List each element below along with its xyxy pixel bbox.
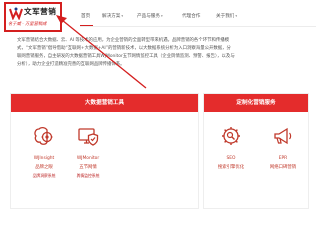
tool-name: WJMonitor — [76, 156, 100, 161]
service-name: SEO — [226, 156, 236, 161]
brand-logo[interactable]: 文军营销 名于威 · 万里营销成 — [4, 2, 62, 32]
custom-services-section: 定制化营销服务 SEO 搜索引擎优化 EPR 网络口碑营销 — [203, 93, 309, 209]
nav-partners[interactable]: 代理合作 — [182, 13, 200, 19]
tool-card-wjmonitor[interactable]: WJMonitor 五节网情 舆情监控系统 — [63, 112, 113, 208]
service-card-seo[interactable]: SEO 搜索引擎优化 — [206, 112, 256, 208]
tool-list: WJInsight 品牌之眼 品牌洞察系统 WJMonitor 五节网情 舆情监… — [11, 112, 198, 208]
seo-gear-icon — [222, 127, 240, 145]
nav-home[interactable]: 首页 — [81, 13, 90, 19]
chevron-down-icon: ▾ — [235, 14, 238, 18]
service-subtitle: 搜索引擎优化 — [217, 165, 245, 170]
nav-about-label: 关于我们 — [216, 14, 235, 19]
chevron-down-icon: ▾ — [121, 14, 124, 18]
nav-solutions[interactable]: 解决方案▾ — [102, 13, 123, 19]
nav-partners-label: 代理合作 — [182, 14, 201, 19]
intro-line: 文军营销结合大数据、云、AI 等技术的应用，为企业营销的全面转型带来机遇。品牌营… — [17, 38, 230, 43]
chevron-down-icon: ▾ — [160, 14, 163, 18]
nav-products[interactable]: 产品与服务▾ — [137, 13, 163, 19]
brand-slogan: 名于威 · 万里营销成 — [8, 22, 47, 27]
bigdata-tools-section: 大数据营销工具 WJInsight 品牌之眼 品牌洞察系统 WJMonitor … — [10, 93, 199, 209]
tool-card-wjinsight[interactable]: WJInsight 品牌之眼 品牌洞察系统 — [19, 112, 69, 208]
intro-text: 文军营销结合大数据、云、AI 等技术的应用，为企业营销的全面转型带来机遇。品牌营… — [17, 37, 307, 69]
tool-subtitle: 五节网情 — [79, 165, 97, 170]
nav-divider — [80, 26, 316, 27]
wj-brand-mark-icon — [9, 7, 23, 20]
service-subtitle: 网络口碑营销 — [269, 165, 297, 170]
megaphone-icon — [274, 127, 292, 145]
nav-products-label: 产品与服务 — [137, 14, 160, 19]
computer-shield-icon — [78, 128, 99, 146]
service-card-epr[interactable]: EPR 网络口碑营销 — [258, 112, 308, 208]
brain-gear-icon — [34, 126, 53, 145]
nav-solutions-label: 解决方案 — [102, 14, 121, 19]
intro-line: 分析），助力企业打造精准完善的互联网品牌传播体系。 — [17, 62, 125, 67]
tool-name: WJInsight — [33, 156, 55, 161]
tool-description: 品牌洞察系统 — [32, 173, 56, 178]
section-title: 定制化营销服务 — [204, 94, 308, 112]
section-title: 大数据营销工具 — [11, 94, 198, 112]
intro-line: 式，“文军营销”倡导借助“互联网+大数据+AI”的营销新技术，以大数据系统分析为… — [17, 46, 231, 51]
site-header: 文军营销 名于威 · 万里营销成 首页 解决方案▾ 产品与服务▾ 代理合作 关于… — [0, 0, 316, 33]
nav-home-label: 首页 — [81, 14, 91, 19]
brand-title: 文军营销 — [24, 7, 57, 16]
nav-about[interactable]: 关于我们▾ — [216, 13, 237, 19]
service-list: SEO 搜索引擎优化 EPR 网络口碑营销 — [204, 112, 308, 208]
service-name: EPR — [278, 156, 288, 161]
tool-description: 舆情监控系统 — [76, 173, 100, 178]
tool-subtitle: 品牌之眼 — [35, 165, 53, 170]
intro-line: 联网营销服务，自主研发的大数据营销工具WJMonitor五节网情监控工具（企业舆… — [17, 54, 235, 59]
